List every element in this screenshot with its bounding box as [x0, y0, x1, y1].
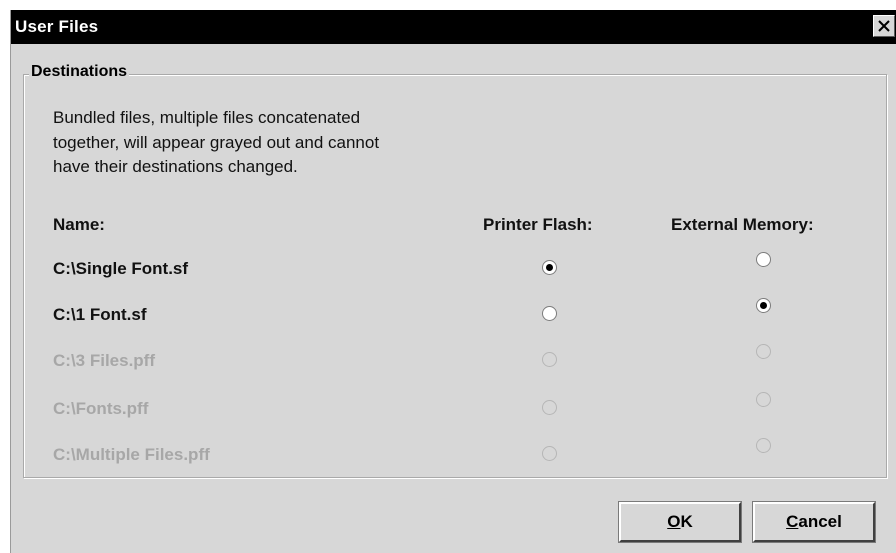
- file-row: C:\3 Files.pff: [11, 344, 891, 390]
- external-memory-radio: [756, 344, 771, 359]
- cancel-button[interactable]: Cancel: [752, 501, 876, 543]
- user-files-dialog: User Files Destinations Bundled files, m…: [10, 10, 896, 553]
- description-line: Bundled files, multiple files concatenat…: [53, 108, 361, 127]
- file-row: C:\Single Font.sf: [11, 252, 891, 298]
- file-row: C:\1 Font.sf: [11, 298, 891, 344]
- description-line: have their destinations changed.: [53, 157, 298, 176]
- external-memory-radio: [756, 392, 771, 407]
- external-memory-radio: [756, 438, 771, 453]
- file-name: C:\Single Font.sf: [53, 259, 189, 278]
- printer-flash-radio[interactable]: [542, 306, 557, 321]
- destinations-legend: Destinations: [29, 61, 130, 83]
- printer-flash-radio: [542, 446, 557, 461]
- file-name: C:\3 Files.pff: [53, 351, 156, 370]
- external-memory-radio[interactable]: [756, 298, 771, 313]
- close-icon: [878, 20, 890, 32]
- file-row: C:\Fonts.pff: [11, 392, 891, 438]
- cancel-mnemonic: C: [786, 512, 799, 531]
- column-header-external-memory: External Memory:: [671, 215, 814, 234]
- external-memory-radio[interactable]: [756, 252, 771, 267]
- cancel-label-rest: ancel: [798, 512, 842, 531]
- printer-flash-radio: [542, 400, 557, 415]
- title-bar[interactable]: User Files: [11, 10, 896, 44]
- radio-selected-dot: [760, 302, 767, 309]
- file-name: C:\1 Font.sf: [53, 305, 147, 324]
- file-name: C:\Fonts.pff: [53, 399, 149, 418]
- column-header-printer-flash: Printer Flash:: [483, 215, 593, 234]
- ok-button[interactable]: OK: [618, 501, 742, 543]
- printer-flash-radio: [542, 352, 557, 367]
- column-header-name: Name:: [53, 215, 105, 234]
- description-line: together, will appear grayed out and can…: [53, 132, 380, 152]
- file-name: C:\Multiple Files.pff: [53, 445, 210, 464]
- radio-selected-dot: [546, 264, 553, 271]
- ok-label-rest: K: [680, 512, 693, 531]
- file-row: C:\Multiple Files.pff: [11, 438, 891, 484]
- window-title: User Files: [15, 17, 99, 36]
- close-button[interactable]: [873, 15, 895, 37]
- description-text: Bundled files, multiple files concatenat…: [53, 106, 513, 180]
- ok-mnemonic: O: [667, 512, 681, 531]
- printer-flash-radio[interactable]: [542, 260, 557, 275]
